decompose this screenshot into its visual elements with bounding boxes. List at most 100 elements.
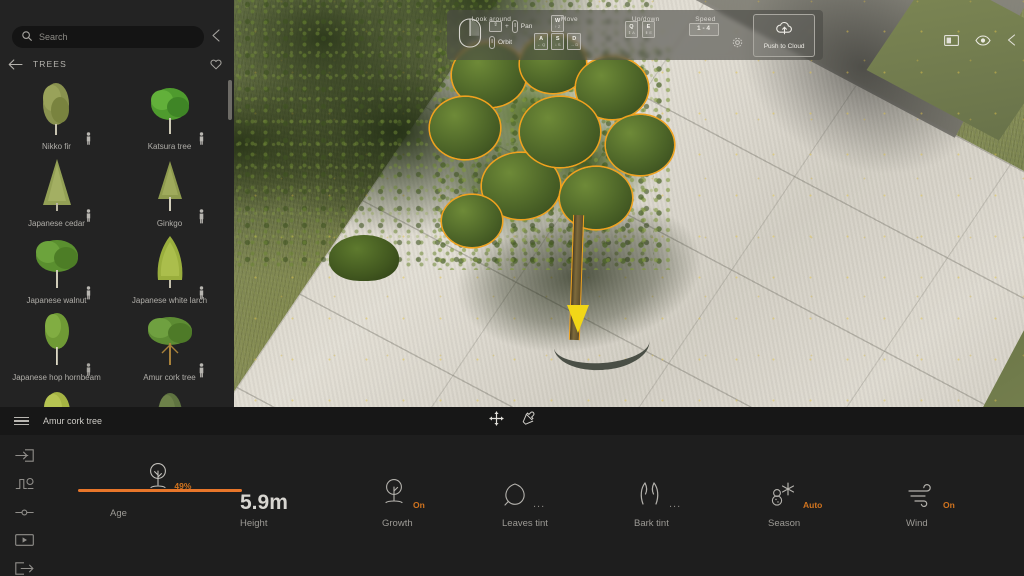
move-keycaps: W ↑ Z A ← Q S ↓ S D → D xyxy=(533,15,582,50)
canopy-outline-blob xyxy=(560,167,632,229)
plus-symbol: + xyxy=(505,22,509,30)
scroll-wheel-icon xyxy=(511,19,518,33)
season-snow-icon xyxy=(768,480,798,513)
collapse-panel-button[interactable] xyxy=(211,29,221,47)
search-input[interactable] xyxy=(39,32,194,42)
category-title: TREES xyxy=(33,59,67,69)
push-to-cloud-button[interactable]: Push to Cloud xyxy=(753,14,815,57)
tree-library-grid[interactable]: Nikko fir Katsura tree Japanese cedar Gi… xyxy=(0,76,234,407)
eye-visibility-icon[interactable] xyxy=(975,33,991,51)
library-item-japanese-cedar[interactable]: Japanese cedar xyxy=(0,153,113,230)
slider-node-icon[interactable] xyxy=(14,504,34,519)
tree-thumbnail xyxy=(0,386,113,407)
library-item-katsura-tree[interactable]: Katsura tree xyxy=(113,76,226,153)
library-scrollbar[interactable] xyxy=(228,78,232,404)
library-item-label: Ginkgo xyxy=(156,219,183,228)
growth-tree-icon xyxy=(382,478,408,513)
human-scale-icon xyxy=(199,286,204,299)
selected-tree-canopy[interactable] xyxy=(424,35,684,285)
translate-gizmo-cone[interactable] xyxy=(567,305,589,333)
search-icon xyxy=(22,28,32,46)
age-label: Age xyxy=(110,508,127,519)
bark-icon xyxy=(634,480,664,513)
cloud-upload-icon xyxy=(775,21,794,40)
library-item-japanese-walnut[interactable]: Japanese walnut xyxy=(0,230,113,307)
growth-value: On xyxy=(413,500,425,510)
season-value-row: Auto xyxy=(768,479,822,513)
height-label: Height xyxy=(240,518,268,529)
keycap-d: D → D xyxy=(567,33,582,50)
age-value: 49% xyxy=(174,481,192,491)
human-scale-icon xyxy=(86,132,91,145)
tree-thumbnail xyxy=(0,155,113,213)
keycap-w: W ↑ Z xyxy=(551,15,565,32)
library-item-label: Japanese cedar xyxy=(28,219,85,228)
tree-thumbnail xyxy=(0,78,113,136)
viewport-icon-bar xyxy=(944,33,1016,51)
height-value: 5.9m xyxy=(240,491,288,514)
leaf-icon xyxy=(502,480,528,513)
tree-thumbnail xyxy=(113,78,226,136)
human-scale-icon xyxy=(199,132,204,145)
chevron-left-icon[interactable] xyxy=(1007,33,1016,51)
library-item-nikko-fir[interactable]: Nikko fir xyxy=(0,76,113,153)
library-item-label: Japanese white larch xyxy=(131,296,208,305)
tree-thumbnail xyxy=(0,232,113,290)
wind-value: On xyxy=(943,500,955,510)
gear-icon xyxy=(732,35,743,53)
human-scale-icon xyxy=(199,363,204,378)
library-item-label: Nikko fir xyxy=(42,142,71,151)
scroll-wheel-icon xyxy=(489,35,495,49)
move-tool-icon[interactable] xyxy=(489,411,504,431)
library-item-ginkgo[interactable]: Ginkgo xyxy=(113,153,226,230)
library-item-label: Japanese hop hornbeam xyxy=(12,373,101,382)
selected-object-bar: Amur cork tree xyxy=(0,407,1024,435)
selected-object-name: Amur cork tree xyxy=(43,416,103,426)
library-item-japanese-white-larch[interactable]: Japanese white larch xyxy=(113,230,226,307)
terrain-profile-icon[interactable] xyxy=(15,476,34,491)
age-slider-handle[interactable] xyxy=(145,462,171,490)
property-bark-tint[interactable]: ... Bark tint xyxy=(634,479,681,529)
property-growth[interactable]: On Growth xyxy=(382,479,425,529)
height-value-row: 5.9m xyxy=(240,479,288,513)
tree-thumbnail xyxy=(113,155,226,213)
video-render-icon[interactable] xyxy=(14,533,34,548)
growth-value-row: On xyxy=(382,479,425,513)
property-wind[interactable]: On Wind xyxy=(906,479,955,529)
leaves-tint-value-row: ... xyxy=(502,479,545,513)
settings-button[interactable] xyxy=(732,14,743,57)
library-item-partial[interactable] xyxy=(0,384,113,407)
library-panel: TREES xyxy=(0,0,234,407)
canopy-outline-blob xyxy=(442,195,502,247)
library-item-japanese-hop-hornbeam[interactable]: Japanese hop hornbeam xyxy=(0,307,113,384)
property-season[interactable]: Auto Season xyxy=(768,479,822,529)
canopy-outline-blob xyxy=(430,97,500,159)
eyedropper-tool-icon[interactable] xyxy=(522,411,535,431)
move-group: W ↑ Z A ← Q S ↓ S D → D Move xyxy=(528,14,611,57)
panel-layout-icon[interactable] xyxy=(944,33,959,51)
search-field[interactable] xyxy=(12,26,204,48)
3d-viewport[interactable]: ⇧ + Pan Orbit Look around W ↑ Z A ← Q S … xyxy=(234,0,1024,407)
speed-label: Speed xyxy=(695,16,716,23)
property-leaves-tint[interactable]: ... Leaves tint xyxy=(502,479,548,529)
property-list: 49% Age 5.9m Height On Growth ... Leaves… xyxy=(56,435,1024,576)
mouse-icon xyxy=(457,18,483,53)
properties-bar: 49% Age 5.9m Height On Growth ... Leaves… xyxy=(0,435,1024,576)
wind-value-row: On xyxy=(906,479,955,513)
canopy-outline-blob xyxy=(520,97,600,167)
speed-range-keycap: 1 - 4 xyxy=(688,23,719,36)
library-item-partial[interactable] xyxy=(113,384,226,407)
heart-icon[interactable] xyxy=(210,59,226,70)
property-height[interactable]: 5.9m Height xyxy=(240,479,288,529)
orbit-row: Orbit xyxy=(489,34,532,50)
navigation-help-overlay: ⇧ + Pan Orbit Look around W ↑ Z A ← Q S … xyxy=(447,10,823,60)
library-item-amur-cork-tree[interactable]: Amur cork tree xyxy=(113,307,226,384)
shift-keycap: ⇧ xyxy=(489,20,502,32)
shrub-object[interactable] xyxy=(329,235,399,281)
back-button[interactable] xyxy=(8,58,23,70)
library-item-label: Katsura tree xyxy=(147,142,192,151)
export-icon[interactable] xyxy=(14,561,34,576)
import-icon[interactable] xyxy=(14,448,34,463)
hamburger-menu-icon[interactable] xyxy=(14,416,29,426)
scrollbar-thumb[interactable] xyxy=(228,80,232,120)
